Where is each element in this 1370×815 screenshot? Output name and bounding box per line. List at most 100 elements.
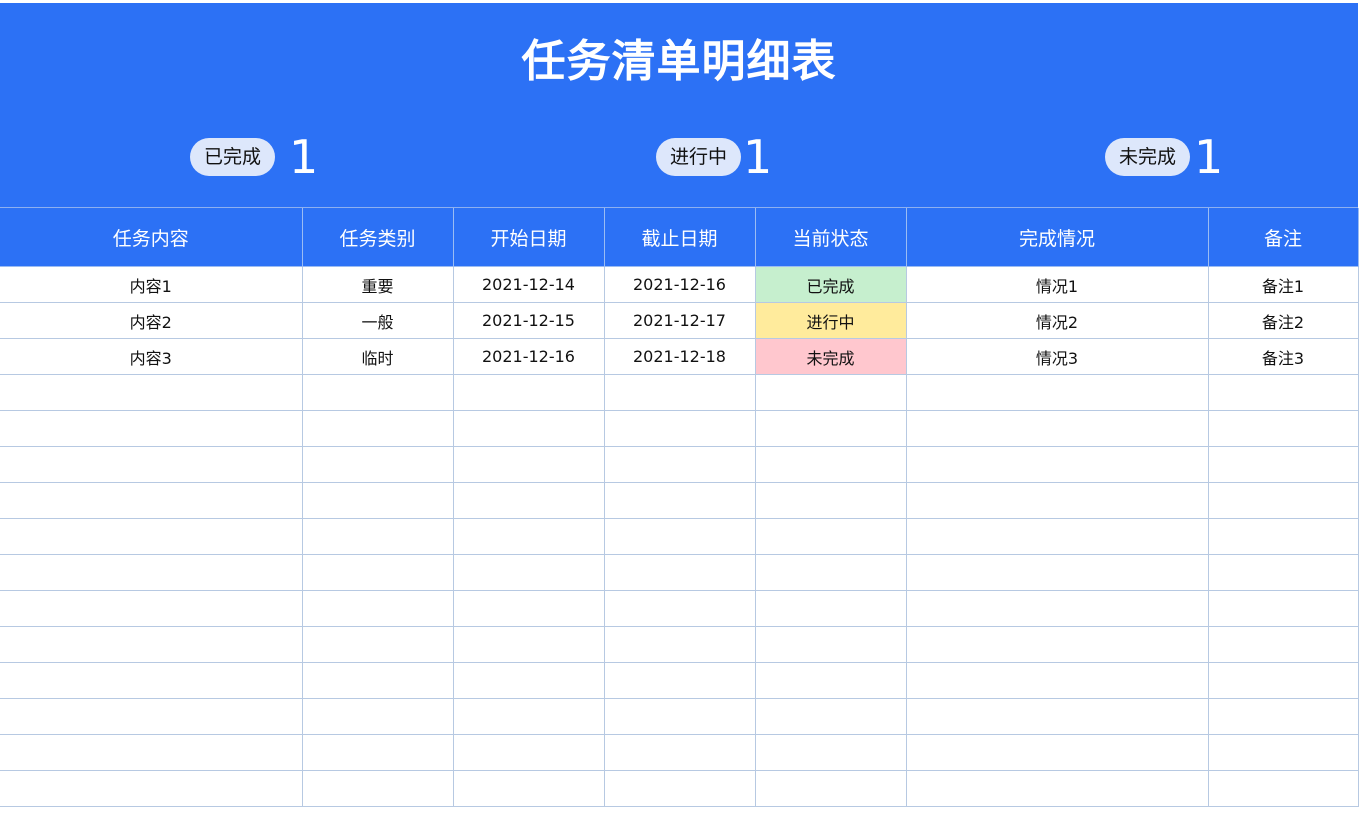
empty-cell[interactable] bbox=[604, 446, 756, 483]
empty-cell[interactable] bbox=[0, 626, 303, 663]
empty-cell[interactable] bbox=[604, 554, 756, 591]
empty-cell[interactable] bbox=[1208, 698, 1359, 735]
empty-cell[interactable] bbox=[1208, 770, 1359, 807]
empty-cell[interactable] bbox=[1208, 482, 1359, 519]
empty-cell[interactable] bbox=[302, 698, 454, 735]
empty-cell[interactable] bbox=[453, 410, 605, 447]
empty-cell[interactable] bbox=[453, 626, 605, 663]
column-header-notes[interactable]: 备注 bbox=[1208, 208, 1359, 267]
cell-start-date[interactable]: 2021-12-15 bbox=[453, 302, 605, 339]
empty-cell[interactable] bbox=[453, 770, 605, 807]
empty-cell[interactable] bbox=[604, 410, 756, 447]
empty-cell[interactable] bbox=[1208, 518, 1359, 555]
empty-cell[interactable] bbox=[1208, 554, 1359, 591]
empty-cell[interactable] bbox=[755, 554, 907, 591]
empty-cell[interactable] bbox=[302, 590, 454, 627]
cell-due-date[interactable]: 2021-12-16 bbox=[604, 266, 756, 303]
empty-cell[interactable] bbox=[0, 698, 303, 735]
empty-cell[interactable] bbox=[755, 518, 907, 555]
empty-cell[interactable] bbox=[1208, 662, 1359, 699]
empty-cell[interactable] bbox=[906, 626, 1209, 663]
cell-status[interactable]: 进行中 bbox=[755, 302, 907, 339]
empty-cell[interactable] bbox=[0, 518, 303, 555]
empty-cell[interactable] bbox=[604, 590, 756, 627]
column-header-status[interactable]: 当前状态 bbox=[755, 208, 907, 267]
empty-cell[interactable] bbox=[0, 734, 303, 771]
empty-cell[interactable] bbox=[906, 374, 1209, 411]
empty-cell[interactable] bbox=[302, 554, 454, 591]
cell-content[interactable]: 内容2 bbox=[0, 302, 303, 339]
empty-cell[interactable] bbox=[906, 698, 1209, 735]
empty-cell[interactable] bbox=[604, 698, 756, 735]
empty-cell[interactable] bbox=[1208, 626, 1359, 663]
empty-cell[interactable] bbox=[755, 374, 907, 411]
empty-cell[interactable] bbox=[302, 410, 454, 447]
empty-cell[interactable] bbox=[302, 734, 454, 771]
empty-cell[interactable] bbox=[604, 374, 756, 411]
empty-cell[interactable] bbox=[453, 374, 605, 411]
column-header-completion[interactable]: 完成情况 bbox=[906, 208, 1209, 267]
empty-cell[interactable] bbox=[1208, 374, 1359, 411]
column-header-category[interactable]: 任务类别 bbox=[302, 208, 454, 267]
cell-completion[interactable]: 情况1 bbox=[906, 266, 1209, 303]
empty-cell[interactable] bbox=[755, 770, 907, 807]
empty-cell[interactable] bbox=[906, 734, 1209, 771]
empty-cell[interactable] bbox=[604, 518, 756, 555]
empty-cell[interactable] bbox=[302, 374, 454, 411]
cell-completion[interactable]: 情况2 bbox=[906, 302, 1209, 339]
empty-cell[interactable] bbox=[302, 518, 454, 555]
cell-notes[interactable]: 备注2 bbox=[1208, 302, 1359, 339]
empty-cell[interactable] bbox=[906, 770, 1209, 807]
empty-cell[interactable] bbox=[906, 590, 1209, 627]
empty-cell[interactable] bbox=[906, 554, 1209, 591]
cell-notes[interactable]: 备注3 bbox=[1208, 338, 1359, 375]
empty-cell[interactable] bbox=[0, 410, 303, 447]
empty-cell[interactable] bbox=[0, 482, 303, 519]
empty-cell[interactable] bbox=[755, 626, 907, 663]
empty-cell[interactable] bbox=[302, 446, 454, 483]
empty-cell[interactable] bbox=[604, 770, 756, 807]
cell-start-date[interactable]: 2021-12-16 bbox=[453, 338, 605, 375]
empty-cell[interactable] bbox=[453, 446, 605, 483]
empty-cell[interactable] bbox=[0, 374, 303, 411]
empty-cell[interactable] bbox=[302, 482, 454, 519]
column-header-start-date[interactable]: 开始日期 bbox=[453, 208, 605, 267]
cell-due-date[interactable]: 2021-12-17 bbox=[604, 302, 756, 339]
empty-cell[interactable] bbox=[755, 446, 907, 483]
cell-content[interactable]: 内容1 bbox=[0, 266, 303, 303]
empty-cell[interactable] bbox=[0, 446, 303, 483]
empty-cell[interactable] bbox=[906, 410, 1209, 447]
cell-category[interactable]: 一般 bbox=[302, 302, 454, 339]
empty-cell[interactable] bbox=[1208, 734, 1359, 771]
empty-cell[interactable] bbox=[302, 770, 454, 807]
empty-cell[interactable] bbox=[453, 554, 605, 591]
empty-cell[interactable] bbox=[0, 662, 303, 699]
empty-cell[interactable] bbox=[906, 518, 1209, 555]
empty-cell[interactable] bbox=[1208, 590, 1359, 627]
empty-cell[interactable] bbox=[453, 734, 605, 771]
empty-cell[interactable] bbox=[604, 734, 756, 771]
empty-cell[interactable] bbox=[0, 554, 303, 591]
empty-cell[interactable] bbox=[302, 626, 454, 663]
empty-cell[interactable] bbox=[0, 590, 303, 627]
empty-cell[interactable] bbox=[1208, 410, 1359, 447]
empty-cell[interactable] bbox=[906, 662, 1209, 699]
cell-category[interactable]: 临时 bbox=[302, 338, 454, 375]
column-header-content[interactable]: 任务内容 bbox=[0, 208, 303, 267]
empty-cell[interactable] bbox=[755, 482, 907, 519]
empty-cell[interactable] bbox=[755, 734, 907, 771]
cell-due-date[interactable]: 2021-12-18 bbox=[604, 338, 756, 375]
empty-cell[interactable] bbox=[755, 698, 907, 735]
empty-cell[interactable] bbox=[453, 698, 605, 735]
empty-cell[interactable] bbox=[604, 482, 756, 519]
empty-cell[interactable] bbox=[453, 590, 605, 627]
empty-cell[interactable] bbox=[755, 410, 907, 447]
empty-cell[interactable] bbox=[755, 590, 907, 627]
empty-cell[interactable] bbox=[906, 446, 1209, 483]
cell-notes[interactable]: 备注1 bbox=[1208, 266, 1359, 303]
empty-cell[interactable] bbox=[453, 662, 605, 699]
empty-cell[interactable] bbox=[0, 770, 303, 807]
cell-content[interactable]: 内容3 bbox=[0, 338, 303, 375]
column-header-due-date[interactable]: 截止日期 bbox=[604, 208, 756, 267]
empty-cell[interactable] bbox=[453, 482, 605, 519]
